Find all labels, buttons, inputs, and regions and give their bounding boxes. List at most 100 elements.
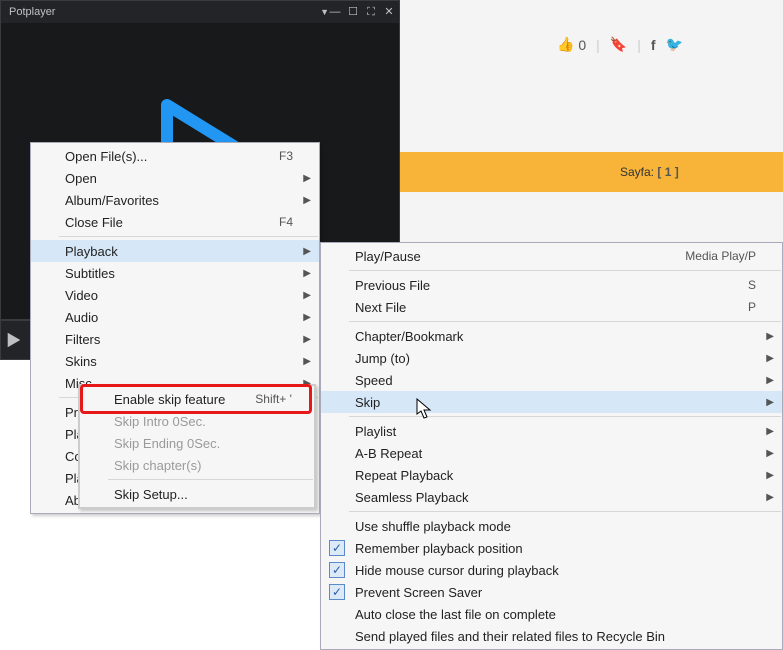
menu-item-label: Chapter/Bookmark (355, 329, 756, 344)
menu-item-label: Playlist (355, 424, 756, 439)
minimize-icon[interactable]: — (329, 6, 341, 18)
menu-item-label: Skip (355, 395, 756, 410)
chevron-right-icon: ▶ (303, 356, 311, 367)
twitter-icon[interactable]: 🐦 (666, 36, 683, 53)
main-menu-item[interactable]: Close File F4 (31, 211, 319, 233)
main-menu-item[interactable]: Video ▶ (31, 284, 319, 306)
main-menu-item[interactable]: Open File(s)... F3 (31, 145, 319, 167)
menu-item-label: Repeat Playback (355, 468, 756, 483)
chevron-right-icon: ▶ (303, 195, 311, 206)
playback-menu-item[interactable]: Send played files and their related file… (321, 625, 782, 647)
playback-menu-separator (349, 321, 781, 322)
skip-menu-item: Skip chapter(s) (80, 454, 314, 476)
main-menu-item[interactable]: Skins ▶ (31, 350, 319, 372)
chevron-right-icon: ▶ (766, 470, 774, 481)
menu-item-label: Close File (65, 215, 249, 230)
menu-item-label: Jump (to) (355, 351, 756, 366)
main-menu-separator (59, 236, 318, 237)
playback-menu-item[interactable]: Playlist▶ (321, 420, 782, 442)
playback-menu-item[interactable]: Speed ▶ (321, 369, 782, 391)
chevron-right-icon: ▶ (303, 312, 311, 323)
playback-menu-item[interactable]: Repeat Playback ▶ (321, 464, 782, 486)
playback-menu-item[interactable]: Chapter/Bookmark ▶ (321, 325, 782, 347)
check-icon: ✓ (329, 540, 345, 556)
titlebar: Potplayer ▼ — ☐ ⛶ ✕ (1, 1, 399, 23)
playback-menu-item[interactable]: Seamless Playback ▶ (321, 486, 782, 508)
close-icon[interactable]: ✕ (383, 6, 395, 18)
menu-item-shortcut: S (748, 278, 756, 292)
chevron-right-icon: ▶ (766, 375, 774, 386)
title-dropdown-icon[interactable]: ▼ (320, 7, 329, 17)
menu-item-label: Hide mouse cursor during playback (355, 563, 756, 578)
menu-item-label: Playback (65, 244, 293, 259)
social-bar: 👍 0 | 🔖 | f 🐦 (557, 36, 683, 53)
menu-item-label: Skip Ending 0Sec. (114, 436, 288, 451)
chevron-right-icon: ▶ (766, 331, 774, 342)
submenu-playback[interactable]: Play/PauseMedia Play/PPrevious FileSNext… (320, 242, 783, 650)
menu-item-label: Use shuffle playback mode (355, 519, 756, 534)
menu-item-label: Speed (355, 373, 756, 388)
main-menu-item[interactable]: Open▶ (31, 167, 319, 189)
menu-item-label: Auto close the last file on complete (355, 607, 756, 622)
playback-menu-item[interactable]: Use shuffle playback mode (321, 515, 782, 537)
skip-menu-item: Skip Ending 0Sec. (80, 432, 314, 454)
menu-item-label: Album/Favorites (65, 193, 293, 208)
facebook-icon[interactable]: f (651, 37, 656, 53)
page-number[interactable]: [ 1 ] (657, 165, 678, 179)
skip-menu-item[interactable]: Skip Setup... (80, 483, 314, 505)
playback-menu-item[interactable]: ✓ Remember playback position (321, 537, 782, 559)
chevron-right-icon: ▶ (303, 290, 311, 301)
menu-item-label: Skip chapter(s) (114, 458, 288, 473)
main-menu-item[interactable]: Subtitles ▶ (31, 262, 319, 284)
menu-item-shortcut: F4 (279, 215, 293, 229)
submenu-skip[interactable]: Enable skip feature Shift+ ' Skip Intro 0S… (78, 384, 316, 509)
main-menu-item[interactable]: Album/Favorites ▶ (31, 189, 319, 211)
menu-item-label: Filters (65, 332, 293, 347)
menu-item-label: Open File(s)... (65, 149, 249, 164)
page-label: Sayfa: (620, 165, 654, 179)
chevron-right-icon: ▶ (766, 397, 774, 408)
menu-item-shortcut: Shift+ ' (255, 392, 292, 406)
chevron-right-icon: ▶ (766, 353, 774, 364)
thumbs-up-icon: 👍 (557, 36, 574, 53)
chevron-right-icon: ▶ (766, 448, 774, 459)
playback-menu-item[interactable]: Play/PauseMedia Play/P (321, 245, 782, 267)
playback-menu-item[interactable]: ✓Hide mouse cursor during playback (321, 559, 782, 581)
menu-item-label: Subtitles (65, 266, 293, 281)
playback-menu-item[interactable]: Skip ▶ (321, 391, 782, 413)
menu-item-label: Skins (65, 354, 293, 369)
bookmark-icon[interactable]: 🔖 (610, 36, 627, 53)
chevron-right-icon: ▶ (303, 268, 311, 279)
menu-item-label: Skip Intro 0Sec. (114, 414, 288, 429)
pagination-bar: Sayfa: [ 1 ] (400, 152, 783, 192)
chevron-right-icon: ▶ (303, 246, 311, 257)
menu-item-label: Seamless Playback (355, 490, 756, 505)
menu-item-label: Skip Setup... (114, 487, 288, 502)
skip-menu-item: Skip Intro 0Sec. (80, 410, 314, 432)
play-button-icon[interactable] (5, 331, 23, 349)
playback-menu-item[interactable]: Previous FileS (321, 274, 782, 296)
menu-item-shortcut: F3 (279, 149, 293, 163)
chevron-right-icon: ▶ (766, 492, 774, 503)
main-menu-item[interactable]: Playback ▶ (31, 240, 319, 262)
chevron-right-icon: ▶ (303, 334, 311, 345)
playback-menu-item[interactable]: Auto close the last file on complete (321, 603, 782, 625)
playback-menu-item[interactable]: Next FileP (321, 296, 782, 318)
playback-menu-separator (349, 511, 781, 512)
main-menu-item[interactable]: Filters ▶ (31, 328, 319, 350)
menu-item-label: Play/Pause (355, 249, 655, 264)
fullscreen-icon[interactable]: ⛶ (365, 6, 377, 18)
menu-item-label: Remember playback position (355, 541, 756, 556)
menu-item-label: Next File (355, 300, 718, 315)
main-menu-item[interactable]: Audio▶ (31, 306, 319, 328)
maximize-icon[interactable]: ☐ (347, 6, 359, 18)
playback-menu-item[interactable]: A-B Repeat ▶ (321, 442, 782, 464)
like-button[interactable]: 👍 0 (557, 36, 586, 53)
skip-menu-item[interactable]: Enable skip feature Shift+ ' (80, 388, 314, 410)
app-title: Potplayer (5, 6, 318, 18)
menu-item-label: A-B Repeat (355, 446, 756, 461)
menu-item-label: Video (65, 288, 293, 303)
playback-menu-item[interactable]: Jump (to) ▶ (321, 347, 782, 369)
playback-menu-item[interactable]: ✓Prevent Screen Saver (321, 581, 782, 603)
menu-item-label: Enable skip feature (114, 392, 225, 407)
